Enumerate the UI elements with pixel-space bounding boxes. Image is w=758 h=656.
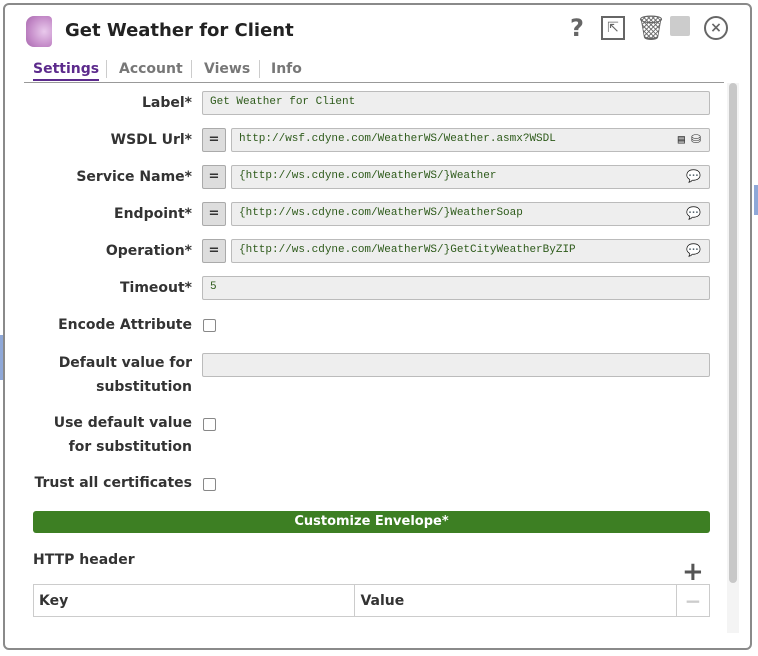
- save-icon[interactable]: [670, 16, 690, 36]
- customize-envelope-button[interactable]: Customize Envelope*: [33, 511, 710, 533]
- use-default-label-1: Use default value: [53, 415, 192, 431]
- close-icon[interactable]: ×: [704, 16, 728, 40]
- default-value-label-1: Default value for: [58, 355, 192, 371]
- wsdl-value: http://wsf.cdyne.com/WeatherWS/Weather.a…: [239, 133, 556, 145]
- export-icon[interactable]: ⇱: [601, 16, 625, 40]
- service-label: Service Name*: [76, 169, 192, 185]
- endpoint-label: Endpoint*: [114, 206, 192, 222]
- add-row-icon[interactable]: +: [682, 557, 704, 587]
- document-icon[interactable]: ▤: [678, 132, 685, 147]
- remove-row-icon[interactable]: −: [676, 584, 710, 617]
- tab-bar: Settings Account Views Info: [24, 60, 724, 83]
- endpoint-value: {http://ws.cdyne.com/WeatherWS/}WeatherS…: [239, 207, 523, 219]
- endpoint-input[interactable]: {http://ws.cdyne.com/WeatherWS/}WeatherS…: [231, 202, 710, 226]
- expression-toggle[interactable]: =: [202, 202, 226, 226]
- help-icon[interactable]: ?: [570, 14, 584, 42]
- tab-account[interactable]: Account: [119, 61, 183, 77]
- snap-icon: [26, 16, 52, 47]
- expression-toggle[interactable]: =: [202, 128, 226, 152]
- expression-toggle[interactable]: =: [202, 165, 226, 189]
- default-value-label-2: substitution: [96, 379, 192, 395]
- tab-settings[interactable]: Settings: [33, 61, 100, 81]
- suggest-icon[interactable]: 💬: [686, 206, 701, 221]
- operation-value: {http://ws.cdyne.com/WeatherWS/}GetCityW…: [239, 244, 576, 256]
- tab-info[interactable]: Info: [271, 61, 302, 77]
- use-default-checkbox[interactable]: [203, 418, 216, 431]
- scrollbar-thumb[interactable]: [729, 83, 737, 583]
- timeout-label: Timeout*: [119, 280, 192, 296]
- trash-icon[interactable]: 🗑: [636, 14, 666, 42]
- key-column-header: Key: [32, 584, 356, 617]
- operation-input[interactable]: {http://ws.cdyne.com/WeatherWS/}GetCityW…: [231, 239, 710, 263]
- trust-checkbox[interactable]: [203, 478, 216, 491]
- encode-label: Encode Attribute: [58, 317, 192, 333]
- wsdl-label: WSDL Url*: [110, 132, 192, 148]
- value-column-header: Value: [354, 584, 677, 617]
- trust-label: Trust all certificates: [34, 475, 192, 491]
- http-header-title: HTTP header: [33, 552, 135, 568]
- scrollbar[interactable]: [727, 83, 739, 633]
- tab-views[interactable]: Views: [204, 61, 250, 77]
- suggest-icon[interactable]: 💬: [686, 243, 701, 258]
- encode-checkbox[interactable]: [203, 319, 216, 332]
- background-canvas-edge: [754, 185, 758, 215]
- dialog-title: Get Weather for Client: [65, 20, 294, 41]
- suggest-icon[interactable]: 💬: [686, 169, 701, 184]
- database-icon[interactable]: ⛁: [691, 132, 701, 147]
- expression-toggle[interactable]: =: [202, 239, 226, 263]
- service-value: {http://ws.cdyne.com/WeatherWS/}Weather: [239, 170, 497, 182]
- label-input[interactable]: Get Weather for Client: [202, 91, 710, 115]
- http-header-table: Key Value −: [32, 584, 710, 617]
- label-field-label: Label*: [141, 95, 192, 111]
- operation-label: Operation*: [105, 243, 192, 259]
- wsdl-input[interactable]: http://wsf.cdyne.com/WeatherWS/Weather.a…: [231, 128, 710, 152]
- timeout-input[interactable]: 5: [202, 276, 710, 300]
- service-input[interactable]: {http://ws.cdyne.com/WeatherWS/}Weather 💬: [231, 165, 710, 189]
- default-value-input[interactable]: [202, 353, 710, 377]
- use-default-label-2: for substitution: [68, 439, 192, 455]
